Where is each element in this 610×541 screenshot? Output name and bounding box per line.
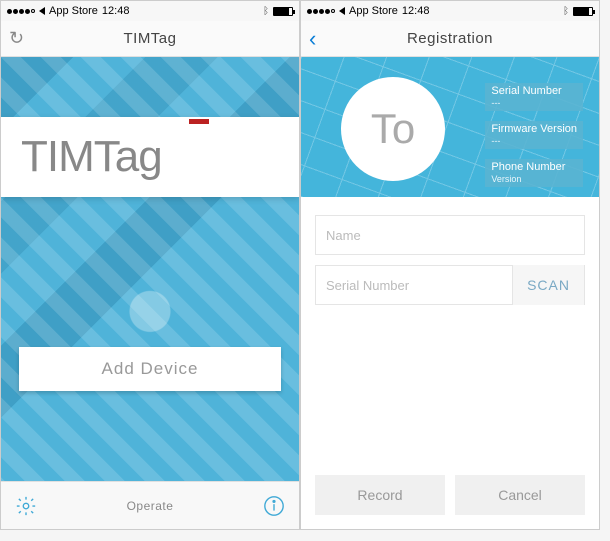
registration-header: To Serial Number --- Firmware Version --… [301,57,599,197]
serial-number-field[interactable]: Serial Number SCAN [315,265,585,305]
hero-area: TIMTag Add Device [1,57,299,481]
record-button[interactable]: Record [315,475,445,515]
info-button[interactable] [263,495,285,517]
screen-registration: App Store 12:48 ᛒ ‹ Registration To Seri… [300,0,600,530]
scan-button[interactable]: SCAN [512,265,584,305]
battery-icon [573,7,593,16]
refresh-icon: ↻ [9,28,24,49]
serial-number-info: Serial Number --- [485,83,583,111]
cancel-button[interactable]: Cancel [455,475,585,515]
operate-label[interactable]: Operate [127,499,174,513]
cancel-label: Cancel [498,487,542,503]
battery-icon [273,7,293,16]
scan-label: SCAN [527,277,570,293]
name-field[interactable]: Name [315,215,585,255]
record-label: Record [357,487,402,503]
carrier-label: App Store [49,5,98,17]
registration-form: Name Serial Number SCAN [301,197,599,475]
nav-title: TIMTag [123,30,176,47]
time-label: 12:48 [402,5,430,17]
add-device-button[interactable]: Add Device [19,347,281,391]
add-device-label: Add Device [102,359,199,379]
name-placeholder: Name [326,228,361,243]
back-to-app-icon[interactable] [339,7,345,15]
registration-actions: Record Cancel [301,475,599,529]
info-icon [263,495,285,517]
nav-bar: ↻ TIMTag [1,21,299,57]
brand-text: TIMTag [21,132,162,182]
signal-dots-icon [307,9,335,14]
nav-title: Registration [407,30,493,47]
device-info-panel: Serial Number --- Firmware Version --- P… [485,83,583,187]
avatar-placeholder-text: To [371,105,415,153]
firmware-version-info: Firmware Version --- [485,121,583,149]
bluetooth-icon: ᛒ [563,6,569,17]
bottom-toolbar: Operate [1,481,299,529]
signal-dots-icon [7,9,35,14]
settings-button[interactable] [15,495,37,517]
chevron-left-icon: ‹ [309,26,316,52]
back-to-app-icon[interactable] [39,7,45,15]
screen-home: App Store 12:48 ᛒ ↻ TIMTag TIMTag Add De… [0,0,300,530]
status-bar: App Store 12:48 ᛒ [1,1,299,21]
nav-bar: ‹ Registration [301,21,599,57]
back-button[interactable]: ‹ [309,26,316,52]
serial-placeholder: Serial Number [316,278,512,293]
carrier-label: App Store [349,5,398,17]
time-label: 12:48 [102,5,130,17]
bluetooth-icon: ᛒ [263,6,269,17]
refresh-button[interactable]: ↻ [9,28,24,49]
brand-accent-icon [189,119,209,124]
phone-number-info: Phone Number Version [485,159,583,187]
avatar[interactable]: To [341,77,445,181]
status-bar: App Store 12:48 ᛒ [301,1,599,21]
gear-icon [15,495,37,517]
brand-banner: TIMTag [1,117,299,197]
